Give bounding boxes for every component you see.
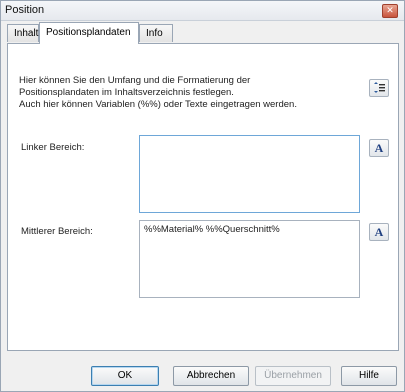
font-format-icon: A — [374, 141, 384, 155]
title-bar: Position ✕ — [1, 1, 404, 21]
tab-inhalt[interactable]: Inhalt — [7, 24, 39, 42]
list-format-icon — [374, 82, 385, 93]
tab-info[interactable]: Info — [139, 24, 173, 42]
middle-area-field[interactable]: %%Material% %%Querschnitt% — [139, 220, 360, 298]
tab-positionsplandaten-label: Positionsplandaten — [46, 27, 131, 38]
list-format-button[interactable] — [369, 79, 389, 97]
cancel-button[interactable]: Abbrechen — [173, 366, 249, 386]
tab-inhalt-label: Inhalt — [14, 28, 39, 39]
description-line: Hier können Sie den Umfang und die Forma… — [19, 75, 251, 86]
position-dialog: Position ✕ Inhalt Positionsplandaten Inf… — [0, 0, 405, 392]
tab-positionsplandaten[interactable]: Positionsplandaten — [39, 22, 139, 44]
ok-button[interactable]: OK — [91, 366, 159, 386]
description-text: Hier können Sie den Umfang und die Forma… — [19, 75, 359, 111]
close-icon: ✕ — [386, 5, 394, 15]
middle-area-label: Mittlerer Bereich: — [21, 226, 93, 237]
tab-info-label: Info — [146, 28, 163, 39]
left-area-format-button[interactable]: A — [369, 139, 389, 157]
left-area-field[interactable] — [139, 135, 360, 213]
close-button[interactable]: ✕ — [382, 4, 398, 18]
left-area-label: Linker Bereich: — [21, 142, 85, 153]
middle-area-format-button[interactable]: A — [369, 223, 389, 241]
help-button[interactable]: Hilfe — [341, 366, 397, 386]
description-line: Positionsplandaten im Inhaltsverzeichnis… — [19, 87, 234, 98]
apply-button[interactable]: Übernehmen — [255, 366, 331, 386]
window-title: Position — [5, 4, 45, 16]
font-format-icon: A — [374, 225, 384, 239]
description-line: Auch hier können Variablen (%%) oder Tex… — [19, 99, 297, 110]
